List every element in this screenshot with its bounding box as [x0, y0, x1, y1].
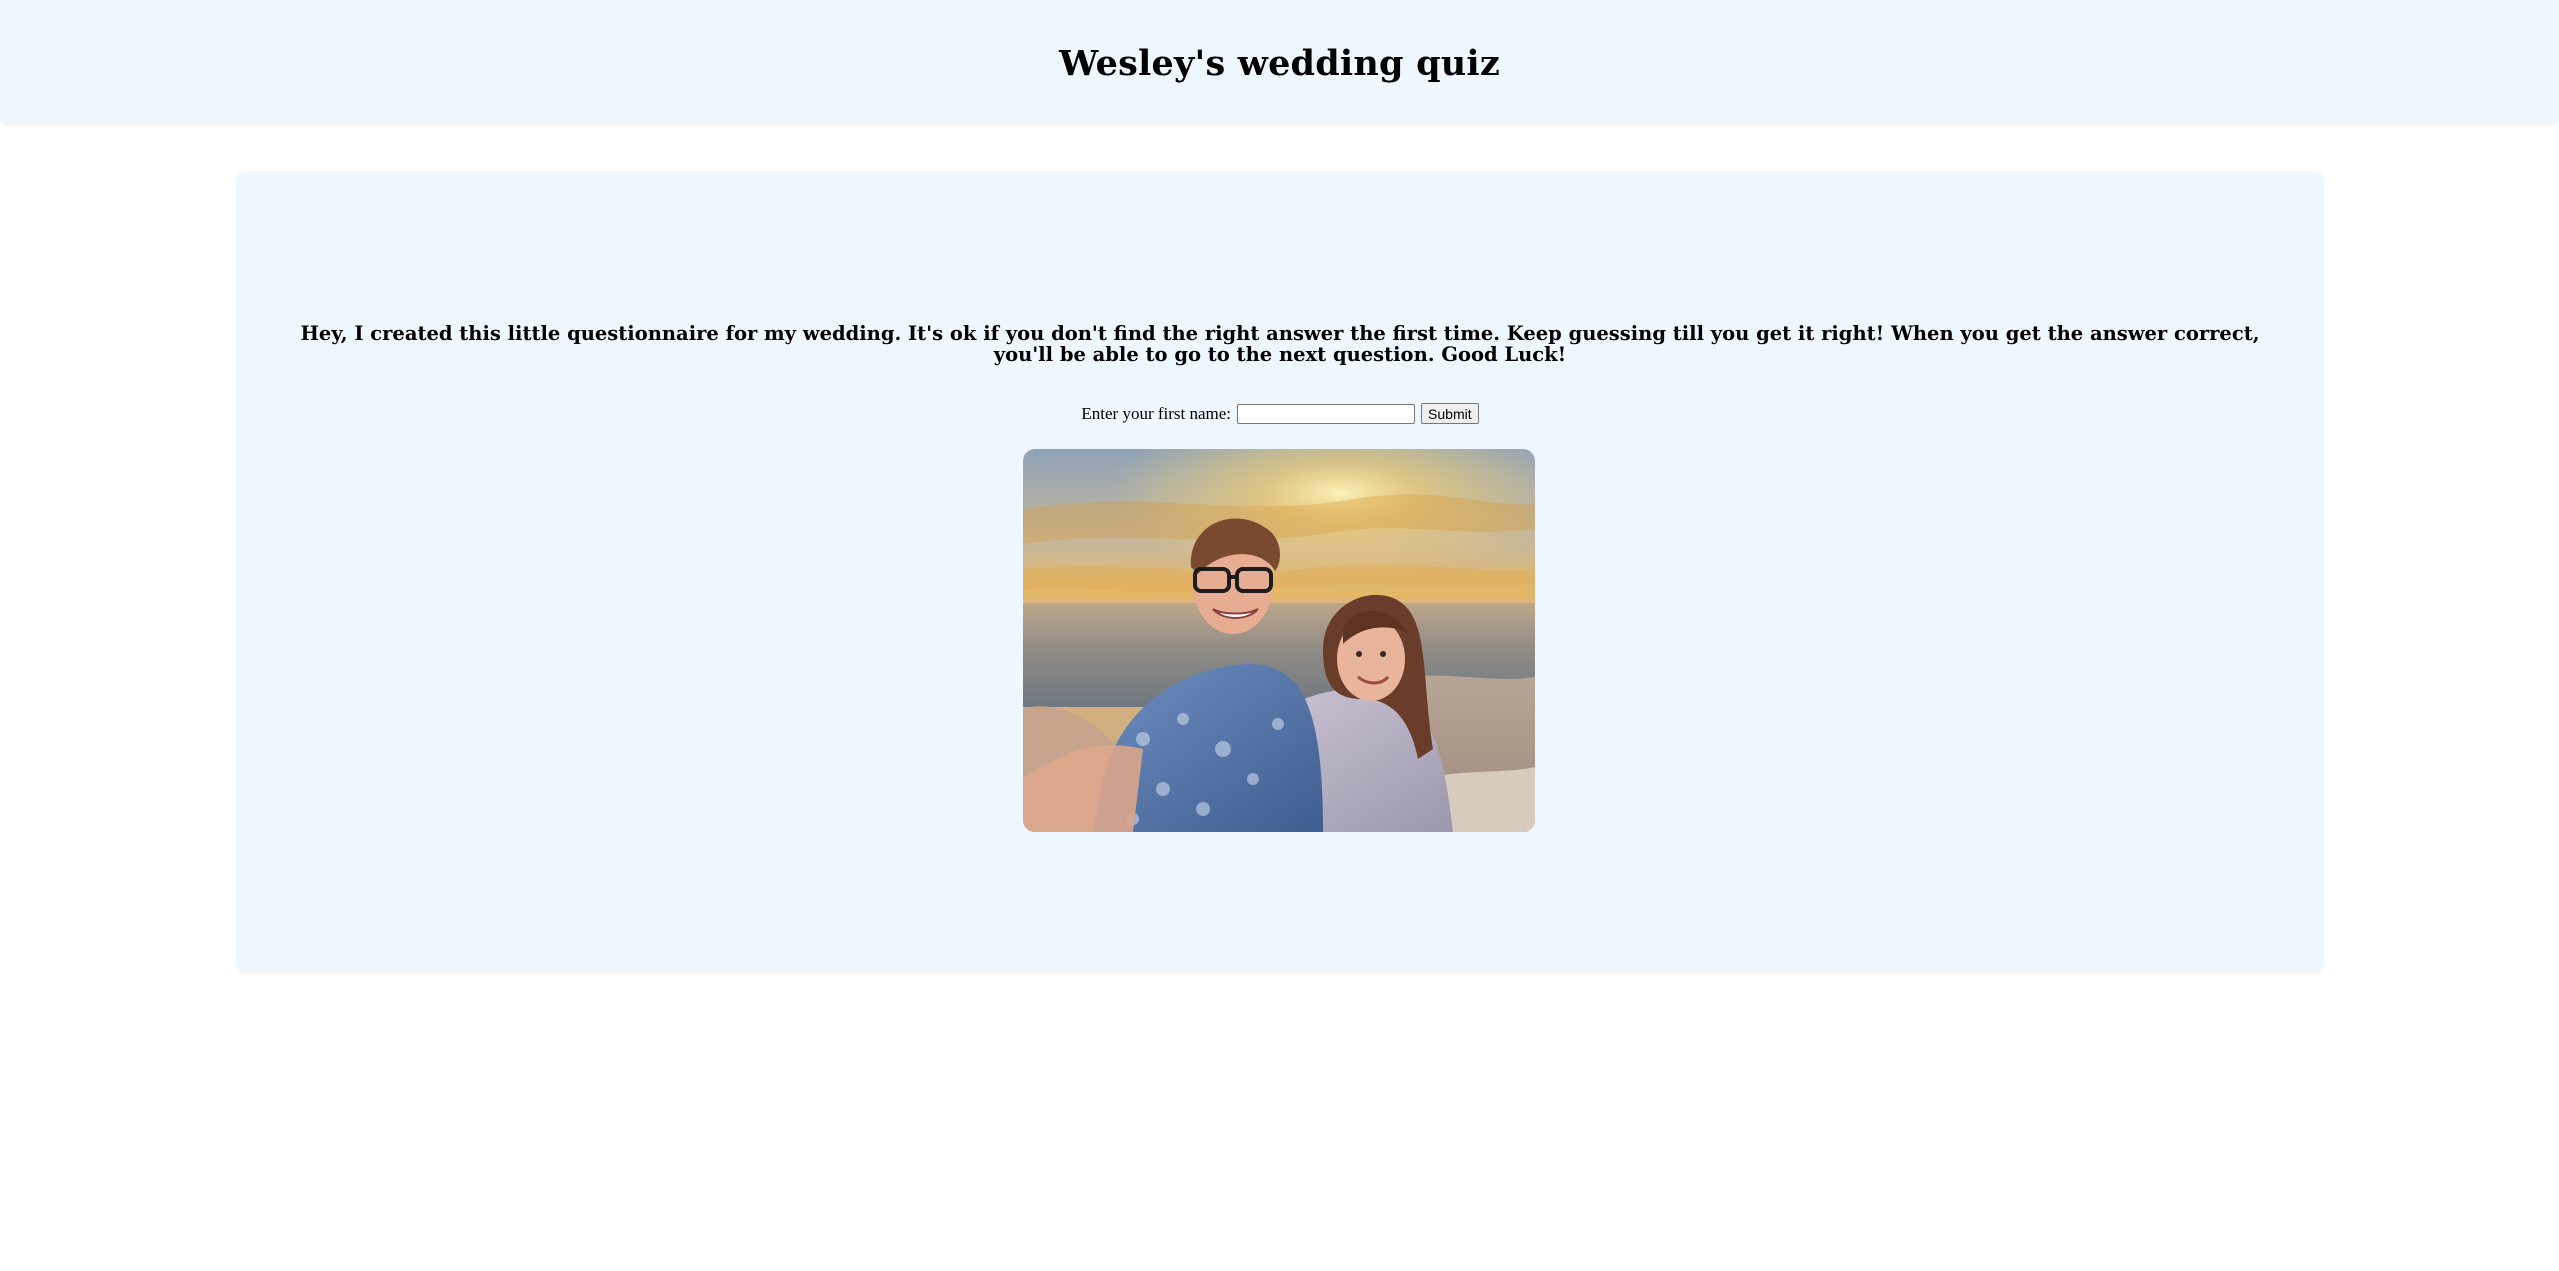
page-header: Wesley's wedding quiz	[0, 0, 2559, 126]
couple-photo	[1023, 449, 1535, 832]
intro-text: Hey, I created this little questionnaire…	[300, 322, 2260, 366]
submit-button[interactable]: Submit	[1421, 403, 1479, 424]
first-name-label: Enter your first name:	[1081, 403, 1232, 423]
first-name-input[interactable]	[1237, 403, 1416, 424]
quiz-card: Hey, I created this little questionnaire…	[236, 171, 2324, 974]
name-form: Enter your first name: Submit	[236, 403, 2324, 424]
page-title: Wesley's wedding quiz	[1059, 42, 1500, 84]
couple-photo-icon	[1023, 449, 1535, 832]
